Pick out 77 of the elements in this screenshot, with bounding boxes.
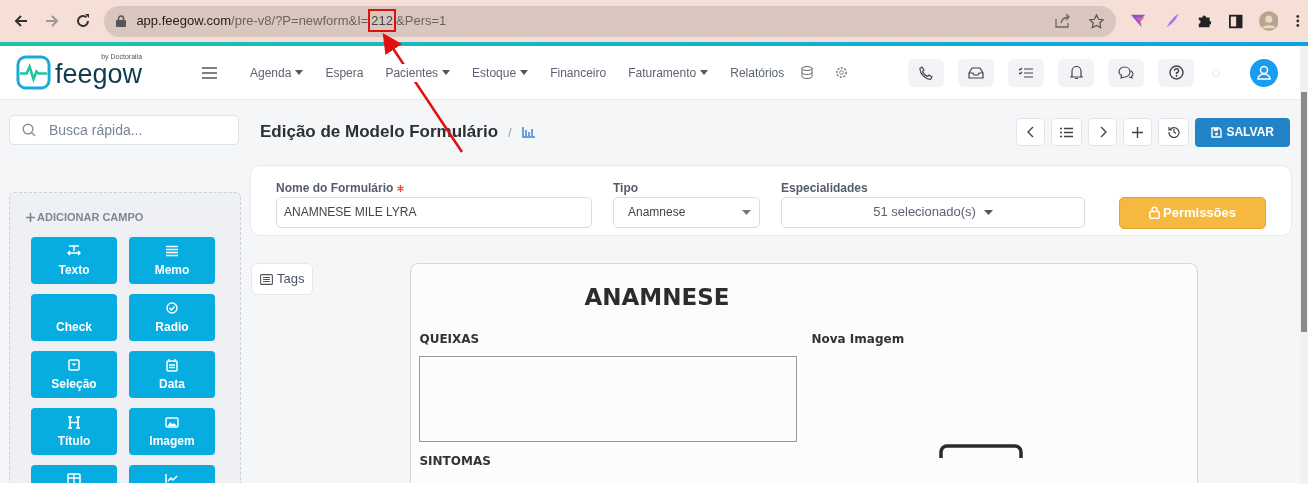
puzzle-icon[interactable] <box>1196 13 1212 29</box>
settings-icon[interactable] <box>835 66 849 79</box>
menu-icon[interactable] <box>1296 14 1301 28</box>
list-icon <box>260 273 273 285</box>
text-field-icon <box>67 244 81 258</box>
user-avatar[interactable] <box>1250 58 1278 87</box>
caret-icon <box>742 209 751 215</box>
field-label: Tipo <box>613 179 640 197</box>
feather-icon[interactable] <box>1164 12 1179 30</box>
check-circle-icon <box>165 301 179 315</box>
line-chart-icon <box>165 472 179 483</box>
url-path: &Pers=1 <box>396 13 447 29</box>
field-label: SINTOMAS <box>419 452 492 470</box>
field-label: QUEIXAS <box>419 330 481 348</box>
list-button[interactable] <box>1051 118 1083 147</box>
list-icon <box>1060 126 1074 138</box>
database-icon[interactable] <box>801 66 814 79</box>
share-icon[interactable] <box>1055 14 1072 28</box>
next-button[interactable] <box>1088 118 1118 147</box>
specialties-select[interactable]: 51 selecionado(s) <box>781 196 1085 228</box>
bell-icon <box>1069 65 1083 80</box>
chat-icon <box>1118 66 1134 79</box>
inbox-button[interactable] <box>958 58 994 87</box>
highlighted-url-text: 212 <box>368 9 397 33</box>
help-icon <box>1168 65 1184 80</box>
image-icon <box>165 415 179 429</box>
add-button[interactable] <box>1123 118 1153 147</box>
plus-icon <box>1132 126 1144 138</box>
checklist-icon <box>1019 66 1033 79</box>
phone-icon <box>919 65 933 80</box>
lock-icon <box>1149 206 1160 220</box>
status-dot <box>1212 68 1220 77</box>
dropdown-icon <box>67 358 81 372</box>
forward-arrow-icon <box>43 13 60 29</box>
heading-icon <box>67 415 81 429</box>
field-label: Nova Imagem <box>811 330 906 348</box>
text-area[interactable] <box>419 355 798 442</box>
back-arrow-icon <box>12 13 29 29</box>
caret-icon <box>983 209 993 215</box>
side-panel-icon[interactable] <box>1229 13 1243 29</box>
history-button[interactable] <box>1158 118 1190 147</box>
reload-icon <box>74 13 91 29</box>
star-icon[interactable] <box>1089 13 1105 29</box>
name-field[interactable]: ANAMNESE MILE LYRA <box>276 196 592 228</box>
search-field[interactable]: Busca rápida... <box>9 115 239 145</box>
history-icon <box>1167 126 1180 139</box>
breadcrumb-separator: / <box>508 123 512 142</box>
type-select[interactable]: Anamnese <box>613 196 760 228</box>
lock-icon <box>116 15 127 27</box>
panel-heading: ADICIONAR CAMPO <box>37 210 144 225</box>
phone-button[interactable] <box>908 58 944 87</box>
calendar-icon <box>165 358 179 372</box>
url-path: /pre-v8/?P=newform&I= <box>231 13 369 29</box>
field-label: Nome do Formulário <box>276 178 592 197</box>
checklist-button[interactable] <box>1008 58 1044 87</box>
chat-button[interactable] <box>1108 58 1144 87</box>
save-icon <box>1211 126 1223 138</box>
tags-button[interactable]: Tags <box>251 263 314 295</box>
lines-icon <box>165 244 179 258</box>
form-title: ANAMNESE <box>583 284 731 312</box>
help-button[interactable] <box>1158 58 1194 87</box>
scrollbar-thumb[interactable] <box>1301 92 1307 332</box>
chevron-right-icon <box>1098 126 1107 139</box>
previous-button[interactable] <box>1016 118 1046 147</box>
url-host: app.feegow.com <box>136 13 232 29</box>
address-bar[interactable]: app.feegow.com/pre-v8/?P=newform&I= 212 &Pers=1 <box>104 5 1117 37</box>
notifications-button[interactable] <box>1058 58 1094 87</box>
inbox-icon <box>968 66 984 79</box>
logo-icon <box>16 55 51 90</box>
plus-icon <box>26 212 35 222</box>
table-icon <box>67 472 81 483</box>
save-button[interactable]: SALVAR <box>1195 117 1290 147</box>
extension-icon[interactable] <box>1130 13 1147 29</box>
chevron-left-icon <box>1026 126 1035 139</box>
search-icon <box>22 123 36 137</box>
chart-icon[interactable] <box>521 126 535 138</box>
field-label: Especialidades <box>781 179 869 197</box>
